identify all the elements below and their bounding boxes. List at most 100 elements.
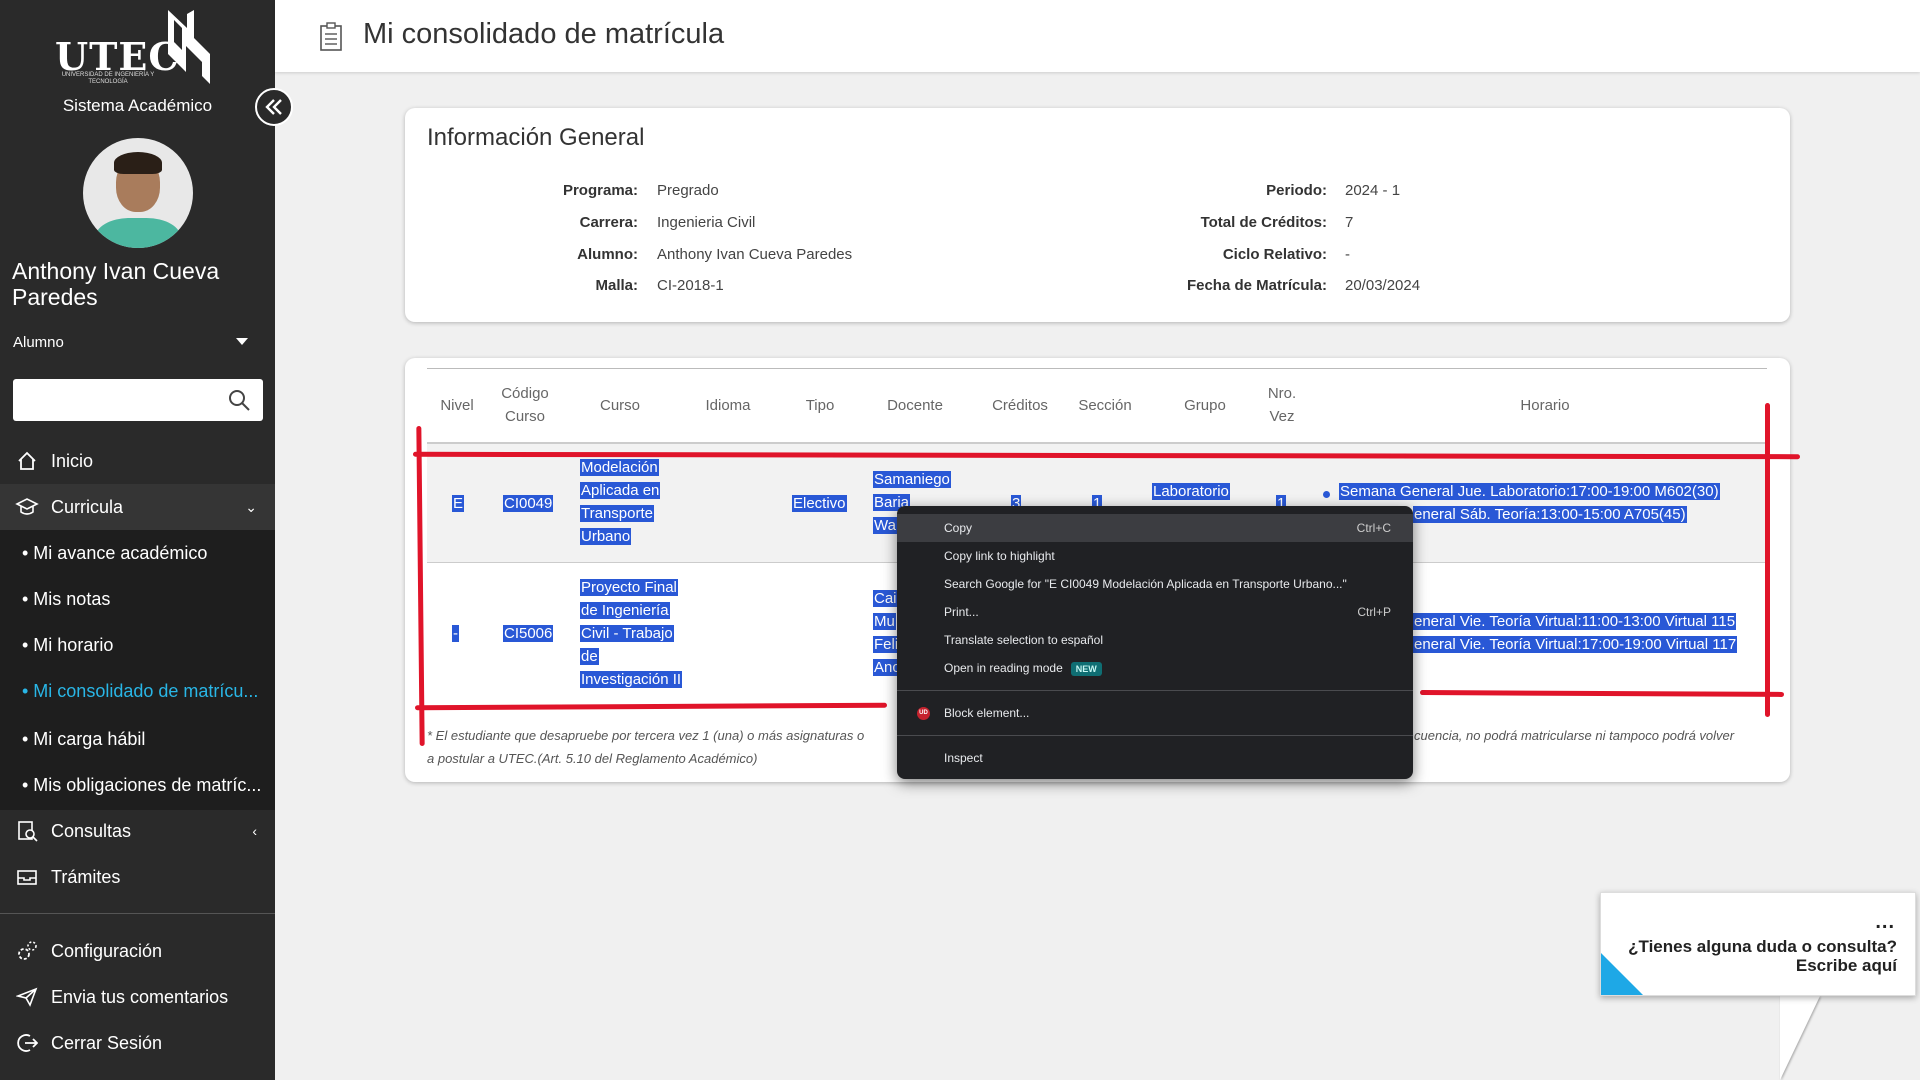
chat-prompt: ¿Tienes alguna duda o consulta? Escribe …	[1628, 937, 1897, 975]
annotation-stroke	[1765, 403, 1770, 717]
new-badge: NEW	[1070, 661, 1102, 676]
sidebar-divider	[0, 913, 275, 914]
sidebar-item-comentarios[interactable]: Envia tus comentarios	[0, 974, 275, 1020]
menu-item-reading-mode[interactable]: Open in reading mode NEW	[897, 654, 1413, 682]
sidebar-item-label: Cerrar Sesión	[51, 1032, 163, 1053]
page-header: Mi consolidado de matrícula	[275, 0, 1920, 72]
menu-item-inspect[interactable]: Inspect	[897, 744, 1413, 772]
sidebar-item-consolidado[interactable]: • Mi consolidado de matrícu...	[0, 668, 275, 714]
cell-horario: eneral Vie. Teoría Virtual:17:00-19:00 V…	[1413, 636, 1738, 653]
logout-icon	[15, 1031, 39, 1055]
chat-widget[interactable]: ... ¿Tienes alguna duda o consulta? Escr…	[1600, 892, 1916, 996]
cell-codigo: CI5006	[503, 625, 554, 642]
info-value: Ingenieria Civil	[657, 214, 756, 231]
column-header-idioma: Idioma	[705, 397, 751, 414]
sidebar-item-label: • Mis obligaciones de matríc...	[22, 774, 262, 795]
menu-item-search-google[interactable]: Search Google for "E CI0049 Modelación A…	[897, 570, 1413, 598]
info-value: 2024 - 1	[1345, 182, 1401, 199]
menu-separator	[897, 735, 1413, 736]
info-value: 7	[1345, 214, 1354, 231]
cell-curso: Proyecto Final de Ingeniería Civil - Tra…	[580, 579, 683, 688]
context-menu: Copy Ctrl+C Copy link to highlight Searc…	[897, 506, 1413, 779]
sidebar-item-avance[interactable]: • Mi avance académico	[0, 530, 275, 576]
ublock-icon: UD	[917, 707, 930, 720]
menu-item-print[interactable]: Print... Ctrl+P	[897, 598, 1413, 626]
sidebar-item-label: • Mis notas	[22, 588, 111, 609]
cell-codigo: CI0049	[503, 495, 554, 512]
sidebar-item-carga[interactable]: • Mi carga hábil	[0, 716, 275, 762]
info-label: Total de Créditos:	[1200, 214, 1327, 231]
search-input[interactable]	[21, 379, 221, 419]
caret-down-icon[interactable]	[236, 338, 248, 345]
sidebar-item-label: Configuración	[51, 940, 163, 961]
chevron-left-icon: ‹	[252, 823, 257, 839]
cell-nivel: -	[452, 625, 459, 642]
column-header-docente: Docente	[887, 397, 943, 414]
info-value: Pregrado	[657, 182, 719, 199]
sidebar-item-label: • Mi consolidado de matrícu...	[22, 680, 259, 701]
column-header-grupo: Grupo	[1184, 397, 1226, 414]
sidebar-item-notas[interactable]: • Mis notas	[0, 576, 275, 622]
system-title: Sistema Académico	[62, 96, 213, 115]
chevron-down-icon: ⌄	[245, 498, 257, 515]
role-selector-label[interactable]: Alumno	[13, 334, 64, 351]
sidebar-search	[13, 379, 263, 421]
home-icon	[15, 449, 39, 473]
user-name: Anthony Ivan Cueva Paredes	[12, 258, 220, 310]
column-header-seccion: Sección	[1078, 397, 1132, 414]
info-value: Anthony Ivan Cueva Paredes	[657, 246, 853, 263]
sidebar-item-label: Envia tus comentarios	[51, 986, 229, 1007]
info-label: Malla:	[595, 277, 638, 294]
shortcut-label: Ctrl+C	[1356, 521, 1391, 535]
info-label: Periodo:	[1266, 182, 1327, 199]
sidebar-item-inicio[interactable]: Inicio	[0, 438, 275, 484]
menu-item-copy[interactable]: Copy Ctrl+C	[897, 514, 1413, 542]
menu-item-block-element[interactable]: UD Block element...	[897, 699, 1413, 727]
gears-icon	[15, 939, 39, 963]
general-info-card: Información General Programa: Pregrado C…	[405, 108, 1790, 322]
paper-plane-icon	[15, 985, 39, 1009]
menu-item-translate[interactable]: Translate selection to español	[897, 626, 1413, 654]
column-header-creditos: Créditos	[992, 397, 1048, 414]
column-header-horario: Horario	[1520, 397, 1570, 414]
collapse-sidebar-button[interactable]	[255, 88, 293, 126]
sidebar-item-configuracion[interactable]: Configuración	[0, 928, 275, 974]
cell-horario: Semana General Jue. Laboratorio:17:00-19…	[1339, 483, 1720, 500]
sidebar-item-label: Curricula	[51, 496, 124, 517]
column-header-codigo: Código Curso	[501, 385, 549, 425]
info-value: CI-2018-1	[657, 277, 724, 294]
page-title: Mi consolidado de matrícula	[363, 18, 725, 50]
sidebar-item-curricula[interactable]: Curricula ⌄	[0, 484, 275, 530]
double-chevron-left-icon	[265, 99, 282, 115]
menu-separator	[897, 690, 1413, 691]
logo-subtitle: UNIVERSIDAD DE INGENIERÍA Y TECNOLOGÍA	[61, 72, 155, 85]
chat-bubble-tail	[1780, 996, 1820, 1080]
cell-tipo: Electivo	[792, 495, 847, 512]
sidebar-item-tramites[interactable]: Trámites	[0, 854, 275, 900]
card-title: Información General	[427, 124, 645, 151]
sidebar-item-label: Trámites	[51, 866, 121, 887]
sidebar-item-label: • Mi horario	[22, 634, 114, 655]
sidebar-item-horario[interactable]: • Mi horario	[0, 622, 275, 668]
search-icon[interactable]	[227, 388, 251, 412]
document-search-icon	[15, 819, 39, 843]
clipboard-icon	[320, 22, 342, 51]
cell-nivel: E	[452, 495, 465, 512]
info-value: 20/03/2024	[1345, 277, 1421, 294]
shortcut-label: Ctrl+P	[1357, 605, 1391, 619]
sidebar-item-label: Inicio	[51, 450, 94, 471]
sidebar: UTEC UNIVERSIDAD DE INGENIERÍA Y TECNOLO…	[0, 0, 275, 1080]
sidebar-item-consultas[interactable]: Consultas ‹	[0, 808, 275, 854]
sidebar-item-cerrar-sesion[interactable]: Cerrar Sesión	[0, 1020, 275, 1066]
info-value: -	[1345, 246, 1350, 263]
inbox-icon	[15, 865, 39, 889]
info-label: Fecha de Matrícula:	[1186, 277, 1327, 294]
column-header-tipo: Tipo	[805, 397, 835, 414]
cell-grupo: Laboratorio	[1152, 483, 1230, 500]
menu-item-copy-link[interactable]: Copy link to highlight	[897, 542, 1413, 570]
avatar	[83, 138, 193, 248]
sidebar-item-obligaciones[interactable]: • Mis obligaciones de matríc...	[0, 762, 275, 808]
sidebar-item-label: • Mi avance académico	[22, 542, 208, 563]
sidebar-item-label: Consultas	[51, 820, 132, 841]
divider	[427, 368, 1767, 369]
